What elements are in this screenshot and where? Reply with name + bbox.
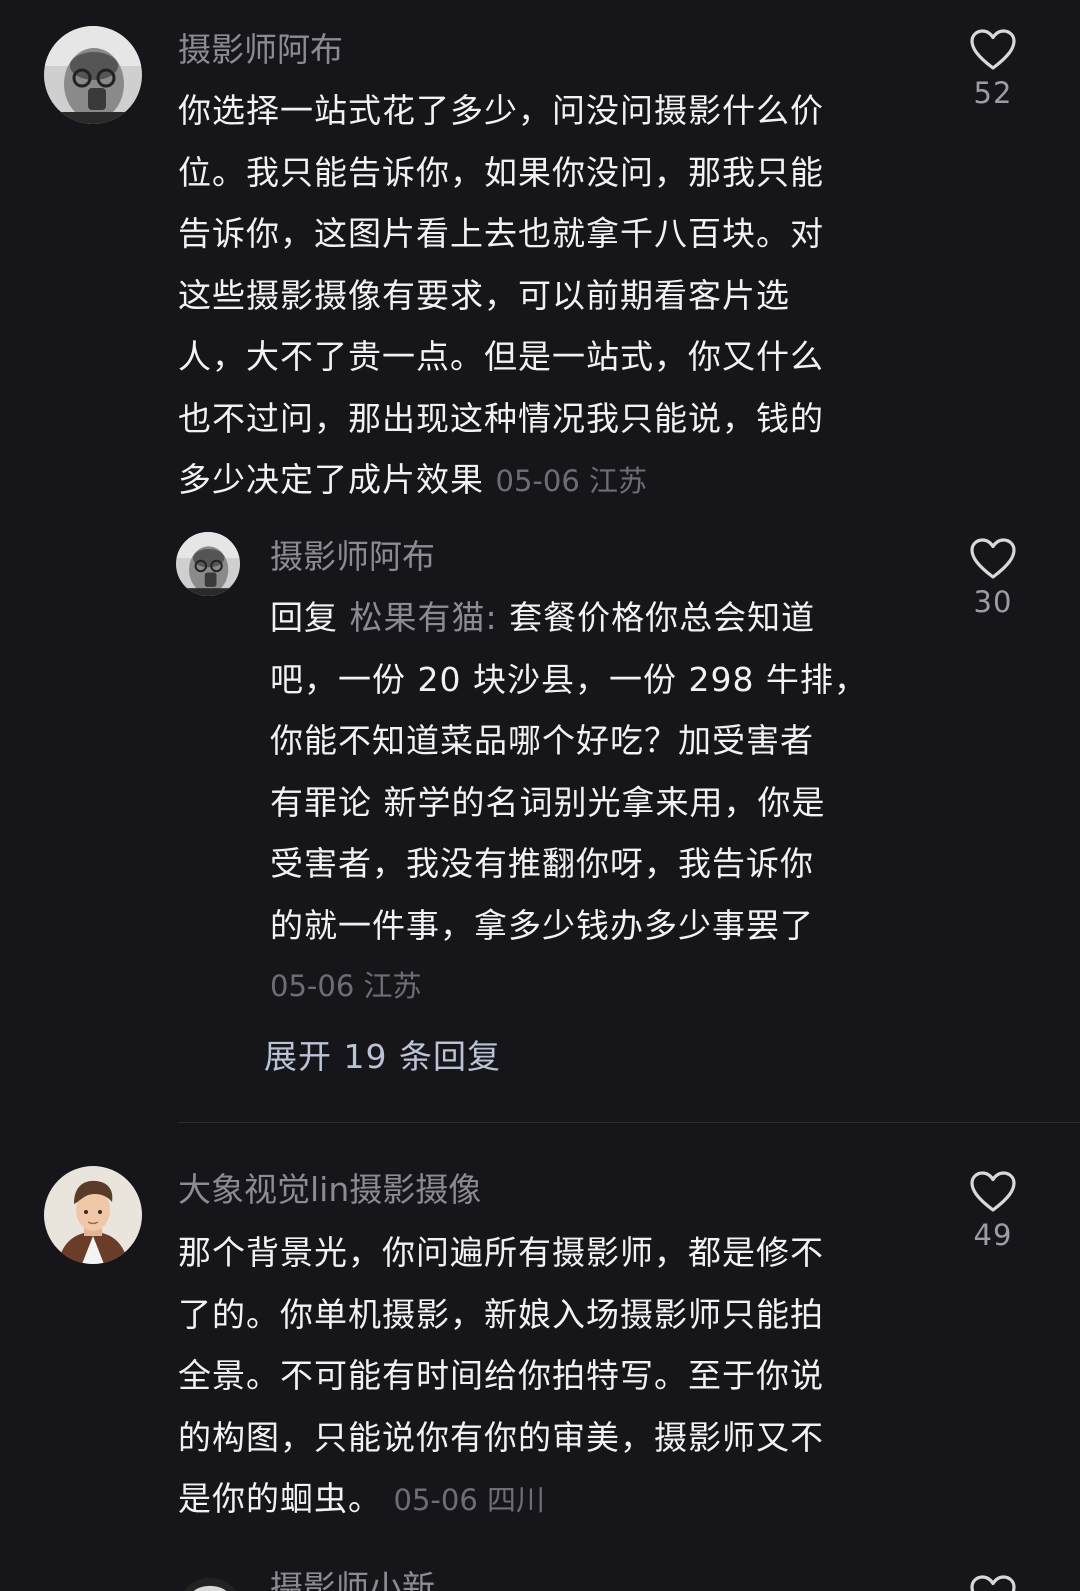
comment-line: 了的。你单机摄影，新娘入场摄影师只能拍 — [178, 1294, 824, 1334]
like-button[interactable]: 52 — [963, 28, 1023, 110]
reply-line: 你能不知道菜品哪个好吃？加受害者 — [270, 721, 814, 760]
reply-line: 的就一件事，拿多少钱办多少事罢了 — [270, 905, 814, 945]
comment-line: 这些摄影摄像有要求，可以前期看客片选 — [178, 275, 790, 315]
comment-username[interactable]: 摄影师阿布 — [178, 30, 343, 70]
avatar[interactable] — [178, 1578, 242, 1591]
like-count: 30 — [973, 585, 1013, 619]
comment-username[interactable]: 摄影师小新 — [270, 1568, 435, 1591]
comment-line: 那个背景光，你问遍所有摄影师，都是修不 — [178, 1233, 824, 1272]
reply-line: 受害者，我没有推翻你呀，我告诉你 — [270, 844, 814, 883]
reply-line: 吧，一份 20 块沙县，一份 298 牛排， — [270, 659, 868, 699]
comment-username[interactable]: 大象视觉lin摄影摄像 — [178, 1170, 481, 1210]
reply-line: 回复 松果有猫: 套餐价格你总会知道 — [270, 587, 868, 649]
heart-outline-icon — [970, 1171, 1016, 1212]
avatar-cartoon-icon — [44, 1166, 142, 1264]
comment-line: 的构图，只能说你有你的审美，摄影师又不 — [178, 1417, 824, 1457]
reply-target-user[interactable]: 松果有猫: — [350, 598, 498, 637]
reply-line-text: 套餐价格你总会知道 — [509, 598, 816, 637]
comment-line: 告诉你，这图片看上去也就拿千八百块。对 — [178, 214, 824, 253]
comment-body[interactable]: 那个背景光，你问遍所有摄影师，都是修不 了的。你单机摄影，新娘入场摄影师只能拍 … — [178, 1222, 824, 1532]
like-button[interactable]: 30 — [963, 537, 1023, 619]
like-count: 52 — [973, 76, 1013, 110]
heart-outline-icon — [970, 29, 1016, 70]
avatar-photo-icon — [178, 1578, 242, 1591]
comment-meta: 05-06 江苏 — [495, 464, 648, 498]
divider — [178, 1122, 1080, 1123]
comment-line: 是你的蛔虫。 05-06 四川 — [178, 1468, 824, 1532]
comment-line: 人，大不了贵一点。但是一站式，你又什么 — [178, 337, 824, 376]
comment-line: 也不过问，那出现这种情况我只能说，钱的 — [178, 398, 824, 438]
avatar[interactable] — [44, 26, 142, 124]
comment-line: 位。我只能告诉你，如果你没问，那我只能 — [178, 152, 824, 192]
reply-prefix: 回复 — [270, 598, 338, 637]
like-count: 49 — [973, 1218, 1013, 1252]
reply-body[interactable]: 回复 松果有猫: 套餐价格你总会知道 吧，一份 20 块沙县，一份 298 牛排… — [270, 587, 868, 1018]
comment-line-text: 是你的蛔虫。 — [178, 1479, 382, 1518]
reply-username[interactable]: 摄影师阿布 — [270, 537, 435, 577]
reply-meta: 05-06 江苏 — [270, 969, 422, 1003]
comment-meta: 05-06 四川 — [393, 1483, 546, 1517]
comment-body[interactable]: 你选择一站式花了多少，问没问摄影什么价 位。我只能告诉你，如果你没问，那我只能 … — [178, 80, 824, 513]
avatar-photo-icon — [176, 532, 240, 596]
comment-line: 多少决定了成片效果 05-06 江苏 — [178, 449, 824, 513]
comment-line: 你选择一站式花了多少，问没问摄影什么价 — [178, 91, 824, 130]
avatar[interactable] — [44, 1166, 142, 1264]
reply-avatar[interactable] — [176, 532, 240, 596]
heart-outline-icon — [970, 538, 1016, 579]
like-button[interactable]: 49 — [963, 1170, 1023, 1252]
like-button[interactable] — [963, 1574, 1023, 1591]
comment-line: 全景。不可能有时间给你拍特写。至于你说 — [178, 1356, 824, 1395]
avatar-photo-icon — [44, 26, 142, 124]
heart-outline-icon — [970, 1575, 1016, 1591]
reply-line: 有罪论 新学的名词别光拿来用，你是 — [270, 782, 826, 822]
comment-list: 摄影师阿布 你选择一站式花了多少，问没问摄影什么价 位。我只能告诉你，如果你没问… — [0, 0, 1080, 1591]
expand-replies-button[interactable]: 展开 19 条回复 — [264, 1030, 501, 1078]
comment-line-text: 多少决定了成片效果 — [178, 460, 484, 499]
